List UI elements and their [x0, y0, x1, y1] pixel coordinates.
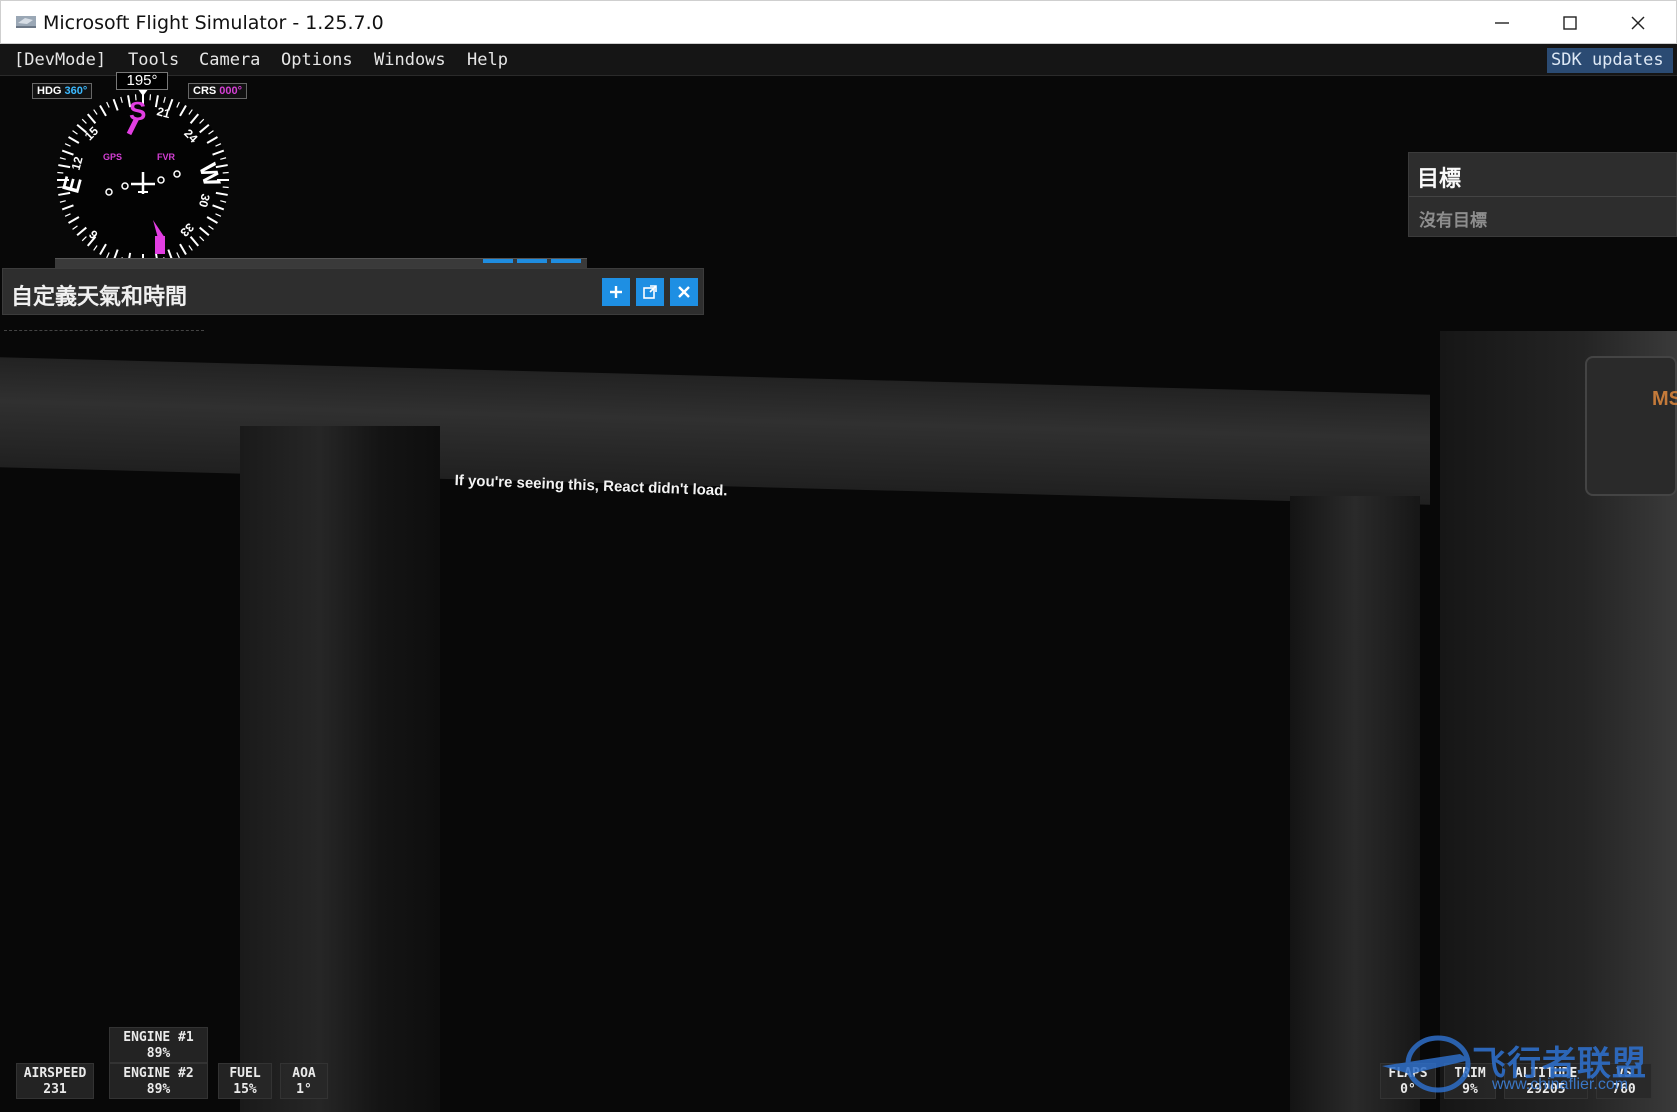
underlay-tab — [517, 259, 547, 263]
airspeed-value: 231 — [43, 1082, 67, 1097]
weather-window-title: 自定義天氣和時間 — [11, 285, 188, 310]
sdk-updates-button[interactable]: SDK updates — [1547, 48, 1673, 73]
menu-devmode[interactable]: [DevMode] — [14, 50, 106, 70]
close-button[interactable] — [1604, 1, 1672, 45]
plus-icon — [610, 286, 622, 298]
add-button[interactable] — [602, 278, 630, 306]
cockpit-frame-right — [1290, 496, 1420, 1112]
app-icon — [16, 16, 36, 28]
crs-value: 000° — [219, 85, 243, 97]
airspeed-gauge: AIRSPEED 231 — [16, 1063, 94, 1099]
compass-rose: S E W 21 24 30 33 6 12 15 GPS FVR — [57, 88, 229, 258]
engine1-gauge: ENGINE #1 89% — [109, 1027, 208, 1063]
hdg-indicator: HDG 360° — [32, 83, 93, 99]
objectives-divider — [1409, 196, 1677, 197]
window-title: Microsoft Flight Simulator - 1.25.7.0 — [43, 12, 384, 34]
watermark-logo-icon — [1382, 1035, 1471, 1093]
fvr-label: FVR — [157, 152, 176, 162]
heading-readout: 195° — [116, 72, 168, 90]
menu-help[interactable]: Help — [467, 50, 508, 70]
watermark-url: www.chinaflier.com — [1492, 1076, 1629, 1093]
aoa-gauge: AOA 1° — [280, 1063, 328, 1099]
cockpit-frame-left — [240, 426, 440, 1112]
engine1-label: ENGINE #1 — [123, 1030, 194, 1045]
menu-options[interactable]: Options — [281, 50, 353, 70]
fuel-value: 15% — [233, 1082, 257, 1097]
heading-compass: S E W 21 24 30 33 6 12 15 GPS FVR — [30, 76, 260, 258]
engine2-value: 89% — [146, 1082, 171, 1097]
engine1-value: 89% — [146, 1046, 171, 1061]
undock-button[interactable] — [636, 278, 664, 306]
compass-tick — [57, 171, 64, 174]
side-panel-box — [1585, 356, 1677, 496]
objectives-title: 目標 — [1417, 166, 1462, 191]
aoa-value: 1° — [296, 1082, 312, 1097]
window-underlay-strip — [55, 258, 587, 268]
underlay-tab — [551, 259, 581, 263]
compass-tick — [149, 94, 152, 101]
close-icon — [1631, 16, 1645, 30]
menu-windows[interactable]: Windows — [374, 50, 446, 70]
window-dashed-divider — [4, 330, 204, 331]
crs-label: CRS — [193, 85, 217, 97]
dev-menubar: [DevMode] Tools Camera Options Windows H… — [0, 44, 1677, 76]
custom-weather-window: 自定義天氣和時間 — [2, 268, 704, 315]
close-window-button[interactable] — [670, 278, 698, 306]
engine2-gauge: ENGINE #2 89% — [109, 1063, 208, 1099]
close-icon — [678, 286, 690, 298]
hdg-value: 360° — [64, 85, 88, 97]
hdg-label: HDG — [37, 85, 62, 97]
minimize-button[interactable] — [1468, 1, 1536, 45]
compass-tick — [222, 186, 229, 189]
fuel-gauge: FUEL 15% — [218, 1063, 272, 1099]
airspeed-label: AIRSPEED — [23, 1066, 87, 1081]
maximize-icon — [1563, 16, 1577, 30]
aoa-label: AOA — [292, 1066, 316, 1081]
window-titlebar: Microsoft Flight Simulator - 1.25.7.0 — [0, 0, 1677, 44]
gps-label: GPS — [103, 152, 122, 162]
objectives-panel: 目標 沒有目標 — [1408, 152, 1677, 237]
underlay-tab — [483, 259, 513, 263]
objectives-empty-text: 沒有目標 — [1419, 211, 1487, 230]
engine2-label: ENGINE #2 — [123, 1066, 194, 1081]
side-panel-label: MS — [1652, 388, 1677, 410]
minimize-icon — [1495, 22, 1509, 24]
maximize-button[interactable] — [1536, 1, 1604, 45]
menu-camera[interactable]: Camera — [199, 50, 260, 70]
crs-indicator: CRS 000° — [188, 83, 248, 99]
fuel-label: FUEL — [229, 1066, 261, 1081]
menu-tools[interactable]: Tools — [128, 50, 179, 70]
chinaflier-watermark: 飞行者联盟 www.chinaflier.com — [1380, 1030, 1670, 1100]
external-window-icon — [643, 285, 657, 299]
